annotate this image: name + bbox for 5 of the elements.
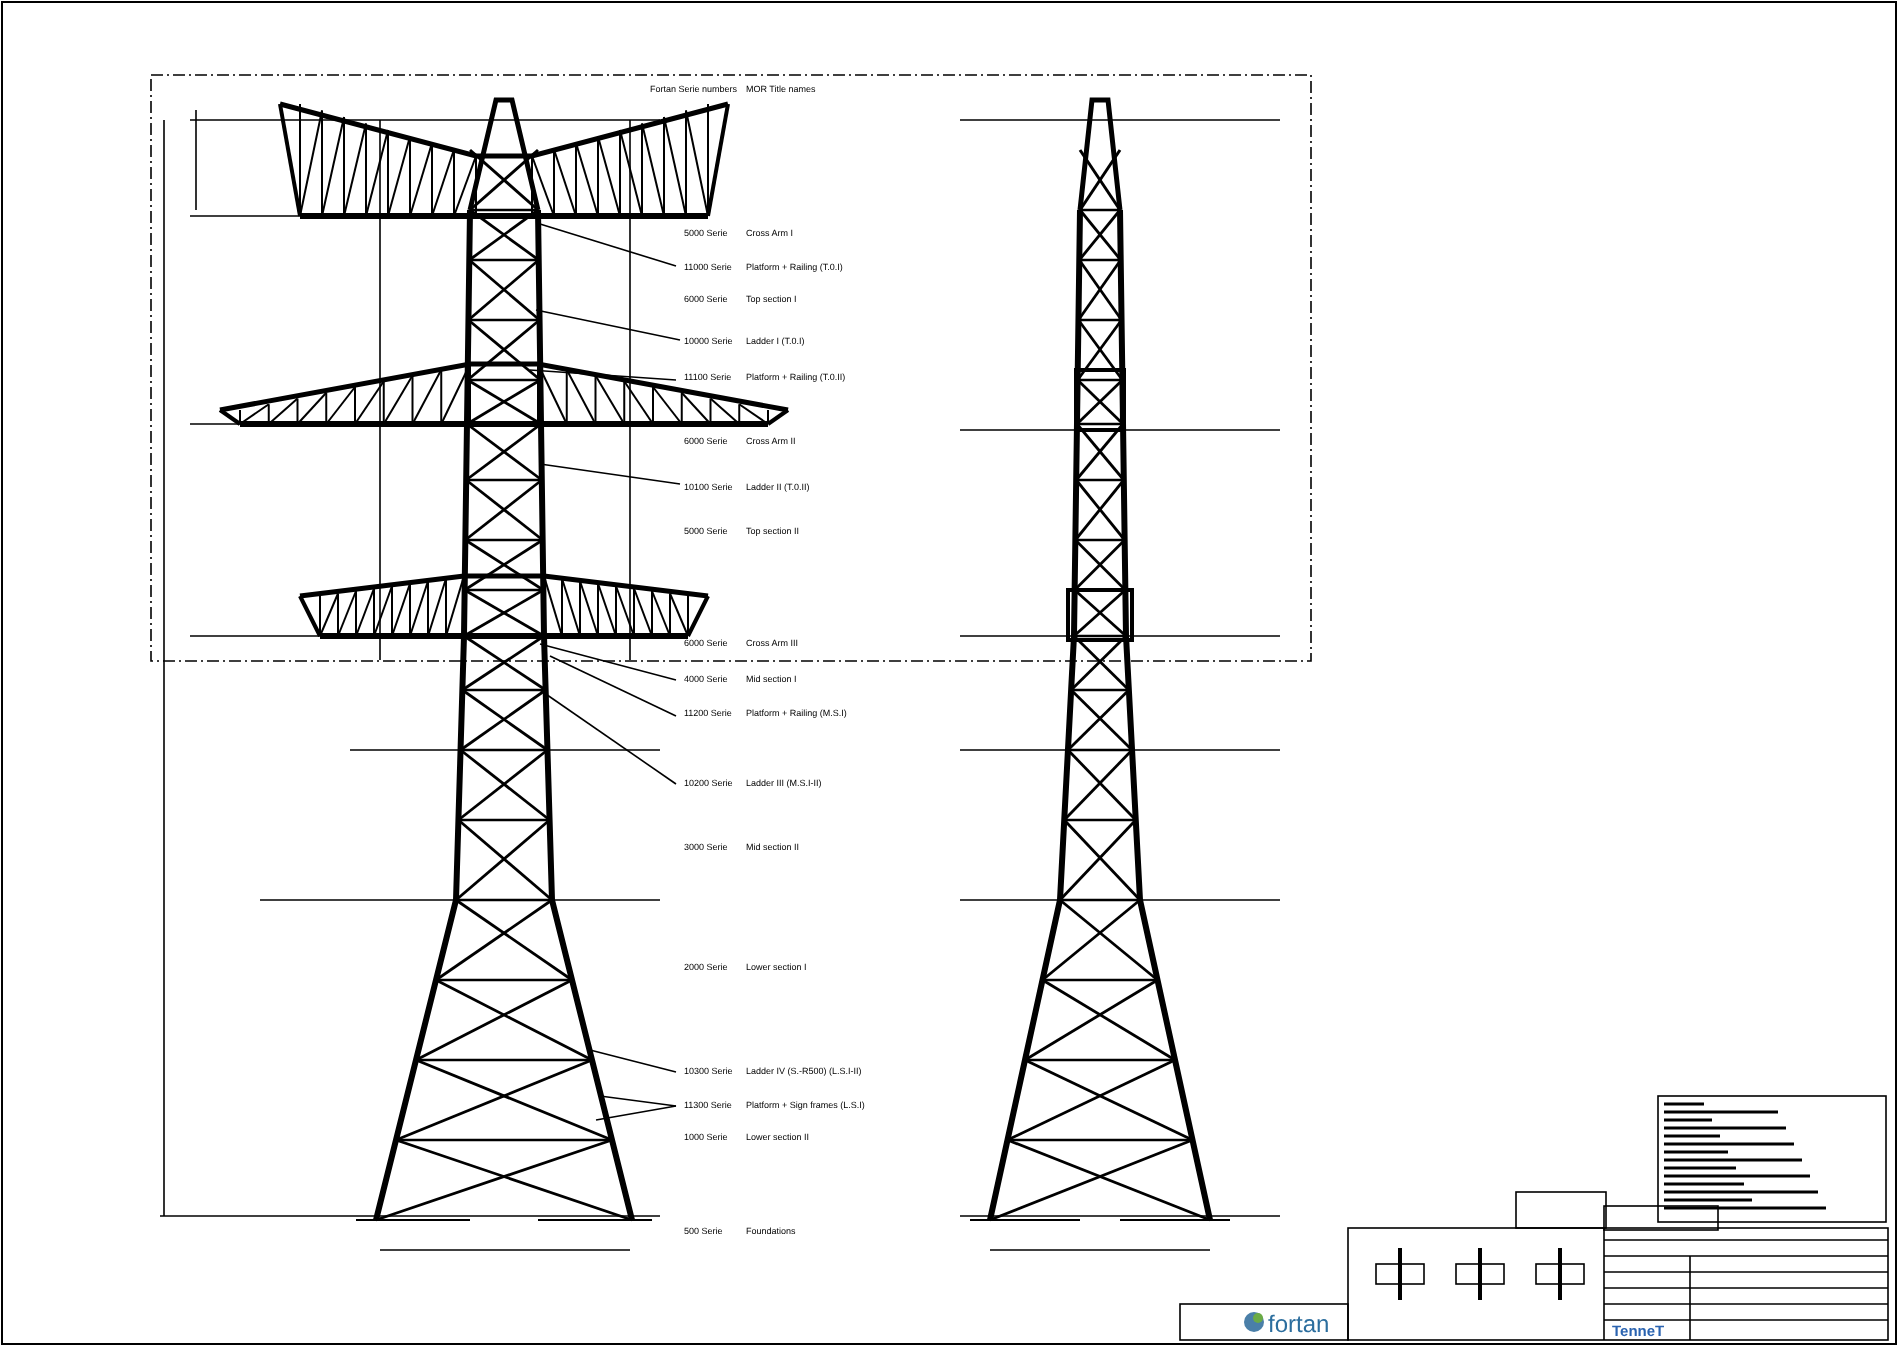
leader-line [539,223,677,267]
leader-line [539,463,681,485]
swirl-logo-icon [1244,1312,1264,1332]
leader-line [589,1049,677,1073]
company-logo-text: fortan [1268,1310,1330,1338]
